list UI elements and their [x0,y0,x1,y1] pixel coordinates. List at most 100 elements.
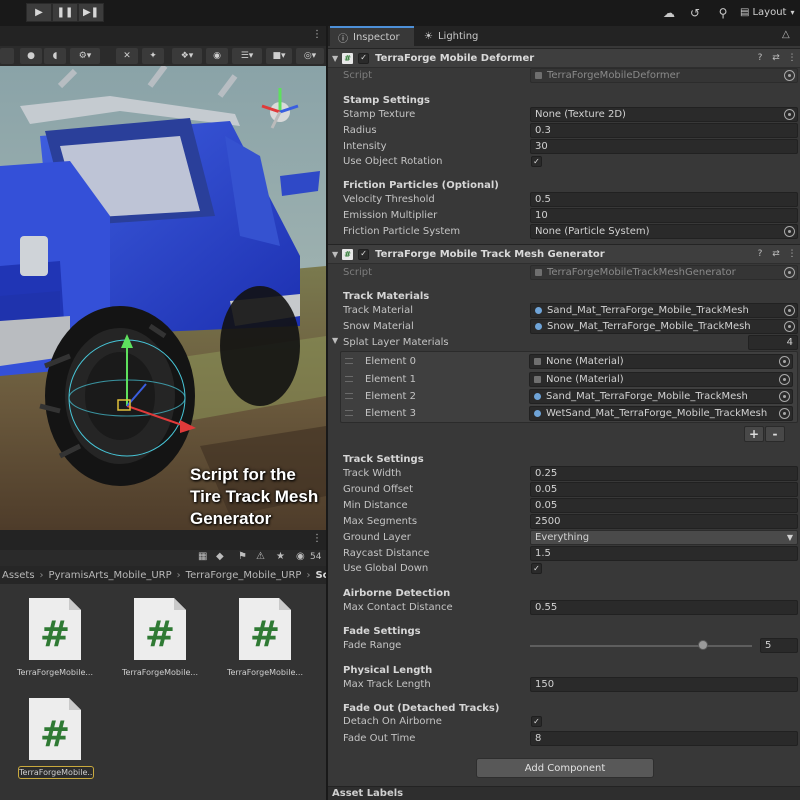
search-icon[interactable]: ⚲ [714,4,732,22]
layout-dropdown[interactable]: ▤ Layout ▾ [740,3,796,22]
gizmo-tool-icon[interactable]: ❖▾ [172,48,202,64]
stamp-texture-field[interactable]: None (Texture 2D) [530,107,798,122]
script-field: TerraForgeMobileTrackMeshGenerator [530,265,798,280]
breadcrumb-item[interactable]: Assets [2,570,35,581]
component-enabled-checkbox[interactable]: ✓ [358,248,370,260]
remove-element-button[interactable]: - [765,426,785,442]
draw-mode-button[interactable] [0,48,14,64]
foldout-arrow-icon[interactable]: ▼ [332,336,338,345]
object-picker-icon[interactable] [784,226,795,237]
track-width-input[interactable]: 0.25 [530,466,798,481]
pause-button[interactable]: ❚❚ [52,3,78,22]
list-size-input[interactable]: 4 [748,335,798,350]
velocity-threshold-input[interactable]: 0.5 [530,192,798,207]
track-material-field[interactable]: Sand_Mat_TerraForge_Mobile_TrackMesh [530,303,798,318]
max-segments-input[interactable]: 2500 [530,514,798,529]
ground-layer-dropdown[interactable]: Everything ▼ [530,530,798,545]
object-picker-icon[interactable] [784,321,795,332]
warning-icon[interactable]: ⚠ [256,551,265,562]
radius-input[interactable]: 0.3 [530,123,798,138]
tab-inspector[interactable]: ⓘ Inspector [330,26,414,46]
snow-material-field[interactable]: Snow_Mat_TerraForge_Mobile_TrackMesh [530,319,798,334]
object-picker-icon[interactable] [779,408,790,419]
use-global-down-checkbox[interactable]: ✓ [531,563,542,574]
help-icon[interactable]: ? [754,248,766,260]
element-material-field[interactable]: None (Material) [529,372,793,387]
element-material-field[interactable]: WetSand_Mat_TerraForge_Mobile_TrackMesh [529,406,793,421]
favorite-icon[interactable]: ★ [276,551,285,562]
shading-solid-icon[interactable]: ● [20,48,42,64]
fade-out-time-input[interactable]: 8 [530,731,798,746]
history-icon[interactable]: ↺ [686,4,704,22]
layers-icon[interactable]: ☰▾ [232,48,262,64]
more-options-icon[interactable]: ⋮ [786,248,798,260]
visibility-count-icon[interactable]: ◉ [296,551,305,562]
element-material-field[interactable]: None (Material) [529,354,793,369]
tab-lighting[interactable]: ☀ Lighting [416,26,496,46]
fx-icon[interactable]: ✦ [142,48,164,64]
fade-range-slider-thumb[interactable] [698,640,709,650]
pause-icon: ❚❚ [56,7,74,18]
element-material-field[interactable]: Sand_Mat_TerraForge_Mobile_TrackMesh [529,389,793,404]
object-picker-icon[interactable] [779,391,790,402]
use-object-rotation-checkbox[interactable]: ✓ [531,156,542,167]
drag-handle-icon[interactable] [345,393,353,399]
shading-lit-icon[interactable]: ◖ [44,48,66,64]
more-options-icon[interactable]: ⋮ [312,533,322,544]
tag-icon[interactable]: ⚑ [238,551,247,562]
camera-icon[interactable]: ■▾ [266,48,292,64]
cloud-icon[interactable]: ☁ [660,4,678,22]
asset-labels-header[interactable]: Asset Labels [328,786,800,800]
component-enabled-checkbox[interactable]: ✓ [358,52,370,64]
fade-range-input[interactable]: 5 [760,638,798,653]
step-button[interactable]: ▶❚ [78,3,104,22]
more-options-icon[interactable]: ⋮ [786,52,798,64]
asset-label[interactable]: TerraForgeMobile... [18,766,94,779]
max-track-length-input[interactable]: 150 [530,677,798,692]
foldout-arrow-icon[interactable]: ▼ [332,54,338,63]
csharp-script-icon: # [29,698,81,760]
gizmos-icon[interactable]: ◎▾ [296,48,324,64]
drag-handle-icon[interactable] [345,410,353,416]
asset-item[interactable]: # TerraForgeMobile... [115,596,205,696]
play-button[interactable]: ▶ [26,3,52,22]
raycast-distance-input[interactable]: 1.5 [530,546,798,561]
friction-particle-system-field[interactable]: None (Particle System) [530,224,798,239]
object-picker-icon[interactable] [779,356,790,367]
emission-multiplier-input[interactable]: 10 [530,208,798,223]
foldout-arrow-icon[interactable]: ▼ [332,250,338,259]
detach-on-airborne-checkbox[interactable]: ✓ [531,716,542,727]
drag-handle-icon[interactable] [345,358,353,364]
filter-type-icon[interactable]: ▦ [198,551,207,562]
deformer-component-header[interactable]: ▼ # ✓ TerraForge Mobile Deformer ? ⇄ ⋮ [328,48,800,68]
add-component-button[interactable]: Add Component [476,758,654,778]
audio-mute-icon[interactable]: ✕ [116,48,138,64]
asset-item-selected[interactable]: # TerraForgeMobile... [0,696,100,796]
breadcrumb-item[interactable]: PyramisArts_Mobile_URP [49,570,172,581]
ground-offset-input[interactable]: 0.05 [530,482,798,497]
visibility-icon[interactable]: ◉ [206,48,228,64]
generator-component-header[interactable]: ▼ # ✓ TerraForge Mobile Track Mesh Gener… [328,244,800,264]
intensity-input[interactable]: 30 [530,139,798,154]
object-picker-icon[interactable] [784,109,795,120]
asset-item[interactable]: # TerraForgeMobile... [220,596,310,696]
debug-icon[interactable]: ⚙▾ [70,48,100,64]
object-picker-icon[interactable] [784,305,795,316]
splat-layer-materials-label[interactable]: Splat Layer Materials [343,335,449,350]
more-options-icon[interactable]: ⋮ [312,29,322,40]
presets-icon[interactable]: ⇄ [770,52,782,64]
asset-item[interactable]: # TerraForgeMobile... [10,596,100,696]
max-contact-distance-input[interactable]: 0.55 [530,600,798,615]
presets-icon[interactable]: ⇄ [770,248,782,260]
fade-range-slider-track[interactable] [530,645,752,647]
help-icon[interactable]: ? [754,52,766,64]
filter-label-icon[interactable]: ◆ [216,551,224,562]
breadcrumb-item-current[interactable]: Scripts [315,570,326,581]
scene-viewport[interactable]: Script for the Tire Track Mesh Generator [0,66,326,530]
min-distance-input[interactable]: 0.05 [530,498,798,513]
lock-icon[interactable]: △ [782,29,790,40]
add-element-button[interactable]: + [744,426,764,442]
drag-handle-icon[interactable] [345,376,353,382]
breadcrumb-item[interactable]: TerraForge_Mobile_URP [186,570,302,581]
object-picker-icon[interactable] [779,374,790,385]
